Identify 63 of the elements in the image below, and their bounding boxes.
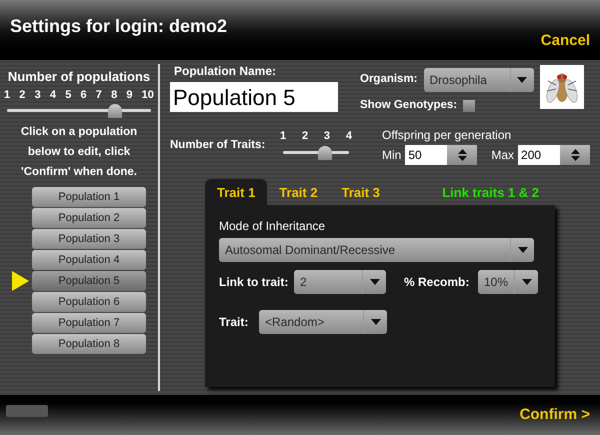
population-button[interactable]: Population 7 — [32, 313, 146, 333]
tick-label: 10 — [142, 88, 154, 102]
caret-icon — [517, 77, 528, 83]
tick-label: 2 — [19, 88, 26, 102]
population-button[interactable]: Population 5 — [32, 271, 146, 291]
checkbox[interactable] — [463, 100, 476, 112]
trait-dropdown[interactable]: <Random> — [259, 310, 387, 334]
caret-icon — [370, 319, 380, 326]
caret-icon — [522, 279, 532, 286]
field-label: Max — [491, 147, 514, 164]
fly-icon — [540, 65, 584, 109]
population-button[interactable]: Population 4 — [32, 250, 146, 270]
field-label: Organism: — [360, 72, 418, 88]
field-label: Population Name: — [174, 63, 278, 80]
tick-label: 2 — [302, 129, 308, 144]
field-label: Link to trait: — [219, 274, 290, 292]
slider[interactable] — [7, 104, 151, 118]
field-label: Min — [382, 147, 402, 164]
tick-label: 3 — [34, 88, 41, 102]
trait-tab[interactable]: Trait 3 — [330, 179, 392, 206]
field-label: Mode of Inheritance — [219, 218, 326, 236]
population-button[interactable]: Population 2 — [32, 208, 146, 228]
inheritance-dropdown[interactable]: Autosomal Dominant/Recessive — [219, 238, 534, 262]
tick-label: 4 — [346, 129, 352, 144]
population-button[interactable]: Population 1 — [32, 187, 146, 207]
tick-label: 1 — [4, 88, 10, 102]
field-label: % Recomb: — [404, 274, 470, 292]
spin-arrows-icon — [458, 149, 467, 162]
tick-label: 1 — [280, 129, 286, 144]
slider-thumb[interactable] — [318, 146, 332, 160]
tick-label: 3 — [324, 129, 330, 144]
spin-arrows-icon — [570, 149, 580, 162]
confirm-link[interactable]: Confirm > — [520, 404, 590, 426]
min-spin-field[interactable]: 50 — [405, 145, 478, 166]
trait-tab[interactable]: Trait 1 — [205, 179, 268, 206]
tick-label: 4 — [50, 88, 56, 102]
slider-thumb[interactable] — [108, 104, 122, 118]
population-name-field[interactable]: Population 5 — [170, 82, 338, 112]
organism-dropdown[interactable]: Drosophila — [424, 68, 534, 92]
section-heading: Offspring per generation — [382, 127, 512, 144]
caret-icon — [370, 279, 380, 286]
population-button[interactable]: Population 3 — [32, 229, 146, 249]
link-traits-link[interactable]: Link traits 1 & 2 — [442, 179, 539, 206]
field-label: Trait: — [219, 314, 250, 332]
tick-label: 6 — [80, 88, 87, 102]
cancel-link[interactable]: Cancel — [540, 30, 590, 52]
population-button[interactable]: Population 6 — [32, 292, 146, 312]
link-trait-dropdown[interactable]: 2 — [294, 270, 386, 294]
max-spin-field[interactable]: 200 — [518, 145, 590, 166]
tick-label: 7 — [96, 88, 102, 102]
section-heading: Number of populations — [8, 68, 150, 86]
tick-label: 5 — [65, 88, 72, 102]
recomb-dropdown[interactable]: 10% — [478, 270, 538, 294]
tick-label: 9 — [126, 88, 132, 102]
slider[interactable] — [283, 146, 349, 160]
caret-icon — [518, 247, 528, 254]
tick-label: 8 — [111, 88, 118, 102]
window-title: Settings for login: demo2 — [10, 15, 228, 38]
field-label: Show Genotypes: — [360, 98, 458, 113]
field-label: Number of Traits: — [170, 138, 266, 154]
trait-tab[interactable]: Trait 2 — [267, 179, 330, 206]
population-button[interactable]: Population 8 — [32, 334, 146, 354]
instructions-text: Click on a population below to edit, click 'Confirm' when done. — [20, 125, 138, 180]
